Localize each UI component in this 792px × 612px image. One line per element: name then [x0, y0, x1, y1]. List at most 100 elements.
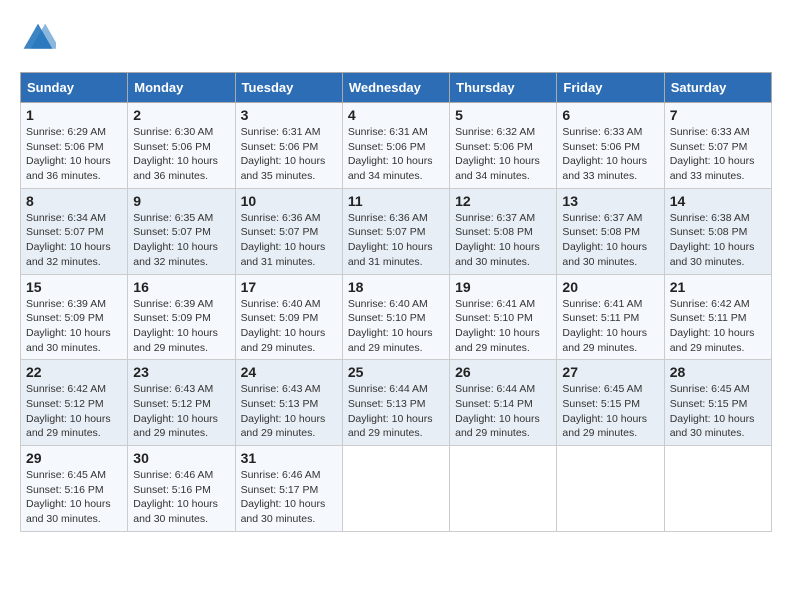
- calendar-day-cell: 14Sunrise: 6:38 AMSunset: 5:08 PMDayligh…: [664, 188, 771, 274]
- day-info: Sunrise: 6:44 AMSunset: 5:13 PMDaylight:…: [348, 382, 444, 441]
- day-number: 22: [26, 364, 122, 380]
- calendar-header-cell: Monday: [128, 73, 235, 103]
- day-number: 7: [670, 107, 766, 123]
- calendar-day-cell: 12 Sunrise: 6:37 AMSunset: 5:08 PMDayligh…: [450, 188, 557, 274]
- day-info: Sunrise: 6:36 AMSunset: 5:07 PMDaylight:…: [348, 211, 444, 270]
- day-info: Sunrise: 6:42 AMSunset: 5:12 PMDaylight:…: [26, 382, 122, 441]
- day-number: 12: [455, 193, 551, 209]
- calendar-header-cell: Wednesday: [342, 73, 449, 103]
- logo-icon: [20, 20, 56, 56]
- logo: [20, 20, 60, 56]
- day-info: Sunrise: 6:36 AMSunset: 5:07 PMDaylight:…: [241, 211, 337, 270]
- calendar-header-row: SundayMondayTuesdayWednesdayThursdayFrid…: [21, 73, 772, 103]
- day-number: 21: [670, 279, 766, 295]
- day-info: Sunrise: 6:33 AMSunset: 5:06 PMDaylight:…: [562, 125, 658, 184]
- calendar-day-cell: 3 Sunrise: 6:31 AMSunset: 5:06 PMDaylight…: [235, 103, 342, 189]
- calendar-week-row: 1 Sunrise: 6:29 AMSunset: 5:06 PMDaylight…: [21, 103, 772, 189]
- calendar-body: 1 Sunrise: 6:29 AMSunset: 5:06 PMDaylight…: [21, 103, 772, 532]
- calendar-day-cell: 13Sunrise: 6:37 AMSunset: 5:08 PMDayligh…: [557, 188, 664, 274]
- calendar-header-cell: Friday: [557, 73, 664, 103]
- day-number: 6: [562, 107, 658, 123]
- day-info: Sunrise: 6:34 AMSunset: 5:07 PMDaylight:…: [26, 211, 122, 270]
- calendar-table: SundayMondayTuesdayWednesdayThursdayFrid…: [20, 72, 772, 532]
- calendar-day-cell: 28 Sunrise: 6:45 AMSunset: 5:15 PMDayligh…: [664, 360, 771, 446]
- day-number: 24: [241, 364, 337, 380]
- day-info: Sunrise: 6:33 AMSunset: 5:07 PMDaylight:…: [670, 125, 766, 184]
- calendar-day-cell: 15 Sunrise: 6:39 AMSunset: 5:09 PMDayligh…: [21, 274, 128, 360]
- day-number: 19: [455, 279, 551, 295]
- day-info: Sunrise: 6:43 AMSunset: 5:12 PMDaylight:…: [133, 382, 229, 441]
- day-number: 15: [26, 279, 122, 295]
- day-info: Sunrise: 6:45 AMSunset: 5:15 PMDaylight:…: [670, 382, 766, 441]
- calendar-week-row: 29 Sunrise: 6:45 AMSunset: 5:16 PMDayligh…: [21, 446, 772, 532]
- day-number: 31: [241, 450, 337, 466]
- day-number: 2: [133, 107, 229, 123]
- calendar-header-cell: Sunday: [21, 73, 128, 103]
- calendar-day-cell: 18 Sunrise: 6:40 AMSunset: 5:10 PMDayligh…: [342, 274, 449, 360]
- day-info: Sunrise: 6:45 AMSunset: 5:15 PMDaylight:…: [562, 382, 658, 441]
- calendar-day-cell: 2 Sunrise: 6:30 AMSunset: 5:06 PMDaylight…: [128, 103, 235, 189]
- calendar-day-cell: 24 Sunrise: 6:43 AMSunset: 5:13 PMDayligh…: [235, 360, 342, 446]
- calendar-header-cell: Saturday: [664, 73, 771, 103]
- day-number: 26: [455, 364, 551, 380]
- day-number: 25: [348, 364, 444, 380]
- day-info: Sunrise: 6:39 AMSunset: 5:09 PMDaylight:…: [26, 297, 122, 356]
- day-info: Sunrise: 6:41 AMSunset: 5:11 PMDaylight:…: [562, 297, 658, 356]
- calendar-day-cell: 5 Sunrise: 6:32 AMSunset: 5:06 PMDaylight…: [450, 103, 557, 189]
- day-info: Sunrise: 6:37 AMSunset: 5:08 PMDaylight:…: [455, 211, 551, 270]
- day-number: 28: [670, 364, 766, 380]
- day-info: Sunrise: 6:43 AMSunset: 5:13 PMDaylight:…: [241, 382, 337, 441]
- calendar-day-cell: [557, 446, 664, 532]
- calendar-week-row: 15 Sunrise: 6:39 AMSunset: 5:09 PMDayligh…: [21, 274, 772, 360]
- calendar-header-cell: Thursday: [450, 73, 557, 103]
- calendar-day-cell: 20 Sunrise: 6:41 AMSunset: 5:11 PMDayligh…: [557, 274, 664, 360]
- calendar-day-cell: 26Sunrise: 6:44 AMSunset: 5:14 PMDayligh…: [450, 360, 557, 446]
- day-info: Sunrise: 6:35 AMSunset: 5:07 PMDaylight:…: [133, 211, 229, 270]
- day-info: Sunrise: 6:45 AMSunset: 5:16 PMDaylight:…: [26, 468, 122, 527]
- day-number: 8: [26, 193, 122, 209]
- calendar-day-cell: 4 Sunrise: 6:31 AMSunset: 5:06 PMDaylight…: [342, 103, 449, 189]
- day-info: Sunrise: 6:46 AMSunset: 5:16 PMDaylight:…: [133, 468, 229, 527]
- day-number: 3: [241, 107, 337, 123]
- calendar-day-cell: 8 Sunrise: 6:34 AMSunset: 5:07 PMDaylight…: [21, 188, 128, 274]
- day-number: 27: [562, 364, 658, 380]
- day-info: Sunrise: 6:46 AMSunset: 5:17 PMDaylight:…: [241, 468, 337, 527]
- day-number: 17: [241, 279, 337, 295]
- day-number: 5: [455, 107, 551, 123]
- day-number: 23: [133, 364, 229, 380]
- day-number: 11: [348, 193, 444, 209]
- calendar-week-row: 22 Sunrise: 6:42 AMSunset: 5:12 PMDayligh…: [21, 360, 772, 446]
- day-number: 1: [26, 107, 122, 123]
- day-info: Sunrise: 6:30 AMSunset: 5:06 PMDaylight:…: [133, 125, 229, 184]
- day-number: 29: [26, 450, 122, 466]
- day-number: 10: [241, 193, 337, 209]
- day-info: Sunrise: 6:29 AMSunset: 5:06 PMDaylight:…: [26, 125, 122, 184]
- calendar-day-cell: 19 Sunrise: 6:41 AMSunset: 5:10 PMDayligh…: [450, 274, 557, 360]
- day-info: Sunrise: 6:40 AMSunset: 5:10 PMDaylight:…: [348, 297, 444, 356]
- day-number: 9: [133, 193, 229, 209]
- day-number: 20: [562, 279, 658, 295]
- calendar-day-cell: 17 Sunrise: 6:40 AMSunset: 5:09 PMDayligh…: [235, 274, 342, 360]
- calendar-day-cell: 1 Sunrise: 6:29 AMSunset: 5:06 PMDaylight…: [21, 103, 128, 189]
- day-info: Sunrise: 6:31 AMSunset: 5:06 PMDaylight:…: [241, 125, 337, 184]
- day-info: Sunrise: 6:32 AMSunset: 5:06 PMDaylight:…: [455, 125, 551, 184]
- calendar-day-cell: 29 Sunrise: 6:45 AMSunset: 5:16 PMDayligh…: [21, 446, 128, 532]
- day-number: 30: [133, 450, 229, 466]
- calendar-day-cell: [664, 446, 771, 532]
- day-info: Sunrise: 6:40 AMSunset: 5:09 PMDaylight:…: [241, 297, 337, 356]
- day-info: Sunrise: 6:41 AMSunset: 5:10 PMDaylight:…: [455, 297, 551, 356]
- calendar-day-cell: 27 Sunrise: 6:45 AMSunset: 5:15 PMDayligh…: [557, 360, 664, 446]
- calendar-day-cell: [342, 446, 449, 532]
- calendar-day-cell: [450, 446, 557, 532]
- day-info: Sunrise: 6:37 AMSunset: 5:08 PMDaylight:…: [562, 211, 658, 270]
- calendar-week-row: 8 Sunrise: 6:34 AMSunset: 5:07 PMDaylight…: [21, 188, 772, 274]
- calendar-day-cell: 7 Sunrise: 6:33 AMSunset: 5:07 PMDaylight…: [664, 103, 771, 189]
- calendar-day-cell: 31 Sunrise: 6:46 AMSunset: 5:17 PMDayligh…: [235, 446, 342, 532]
- day-info: Sunrise: 6:31 AMSunset: 5:06 PMDaylight:…: [348, 125, 444, 184]
- calendar-day-cell: 30 Sunrise: 6:46 AMSunset: 5:16 PMDayligh…: [128, 446, 235, 532]
- page-header: [20, 20, 772, 56]
- day-number: 18: [348, 279, 444, 295]
- calendar-day-cell: 10 Sunrise: 6:36 AMSunset: 5:07 PMDayligh…: [235, 188, 342, 274]
- day-number: 16: [133, 279, 229, 295]
- day-number: 4: [348, 107, 444, 123]
